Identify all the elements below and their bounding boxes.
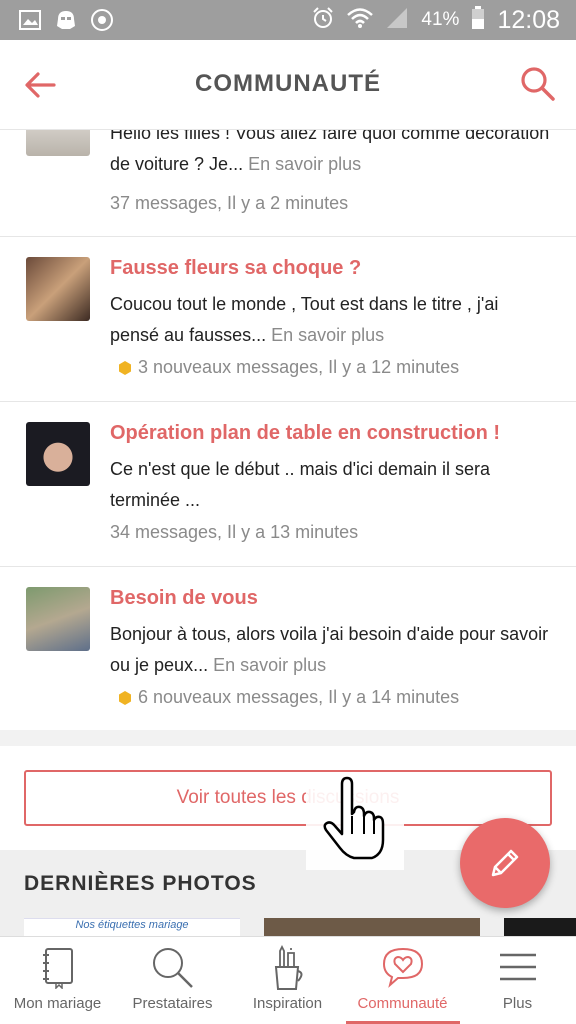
avatar xyxy=(26,257,90,321)
nav-item-plus[interactable]: Plus xyxy=(460,937,575,1024)
notebook-icon xyxy=(42,948,73,989)
photo-caption: Nos étiquettes mariage xyxy=(75,919,189,931)
topic-body: Hello les filles ! Vous allez faire quoi… xyxy=(110,130,550,174)
nav-label: Mon mariage xyxy=(13,995,102,1012)
photo-thumbnail[interactable] xyxy=(264,918,480,936)
nav-label: Plus xyxy=(502,995,533,1012)
new-post-button[interactable] xyxy=(460,818,550,908)
topic-meta: 6 nouveaux messages, Il y a 14 minutes xyxy=(118,687,459,708)
alarm-icon xyxy=(311,6,335,35)
nav-item-mon-mariage[interactable]: Mon mariage xyxy=(0,937,115,1024)
topic-meta: 37 messages, Il y a 2 minutes xyxy=(110,193,349,213)
topic-item[interactable]: Hello les filles ! Vous allez faire quoi… xyxy=(0,130,576,237)
stormtrooper-icon xyxy=(54,9,78,31)
section-title: DERNIÈRES PHOTOS xyxy=(24,872,257,895)
new-badge-icon xyxy=(119,690,131,705)
search-icon xyxy=(521,67,555,101)
search-icon xyxy=(152,948,193,988)
topic-body: Bonjour à tous, alors voila j'ai besoin … xyxy=(110,624,549,675)
topic-body: Coucou tout le monde , Tout est dans le … xyxy=(110,294,499,345)
avatar xyxy=(26,587,90,651)
page-title: COMMUNAUTÉ xyxy=(195,70,381,97)
bottom-navigation: Mon mariage Prestataires Inspiration Com… xyxy=(0,936,576,1024)
topic-item[interactable]: Besoin de vous Bonjour à tous, alors voi… xyxy=(0,567,576,730)
wifi-icon xyxy=(347,7,374,34)
topic-meta: 3 nouveaux messages, Il y a 12 minutes xyxy=(118,357,459,378)
topic-title[interactable]: Fausse fleurs sa choque ? xyxy=(110,257,361,280)
clock: 12:08 xyxy=(497,5,560,34)
nav-label: Communauté xyxy=(357,995,448,1012)
hand-cursor-icon xyxy=(306,772,404,870)
topic-title[interactable]: Besoin de vous xyxy=(110,587,258,610)
gallery-icon xyxy=(18,9,42,31)
avatar xyxy=(26,130,90,156)
battery-icon xyxy=(471,5,485,35)
topic-list: Hello les filles ! Vous allez faire quoi… xyxy=(0,130,576,730)
heart-bubble-icon xyxy=(382,947,423,988)
nav-item-inspiration[interactable]: Inspiration xyxy=(230,937,345,1024)
settings-icon xyxy=(90,9,114,31)
status-bar: 41% 12:08 xyxy=(0,0,576,40)
nav-item-prestataires[interactable]: Prestataires xyxy=(115,937,230,1024)
topic-item[interactable]: Fausse fleurs sa choque ? Coucou tout le… xyxy=(0,237,576,402)
new-badge-icon xyxy=(119,360,131,375)
nav-label: Inspiration xyxy=(252,995,323,1012)
app-header: COMMUNAUTÉ xyxy=(0,40,576,130)
avatar xyxy=(26,422,90,486)
nav-item-communaute[interactable]: Communauté xyxy=(345,937,460,1024)
menu-icon xyxy=(499,953,536,981)
photo-thumbnail[interactable]: Nos étiquettes mariage xyxy=(24,918,240,936)
topic-meta: 34 messages, Il y a 13 minutes xyxy=(110,522,359,542)
search-button[interactable] xyxy=(518,64,558,104)
signal-icon xyxy=(385,7,409,34)
pencil-icon xyxy=(491,849,519,877)
nav-label: Prestataires xyxy=(132,995,213,1012)
topic-title[interactable]: Opération plan de table en construction … xyxy=(110,422,500,445)
pencil-cup-icon xyxy=(274,945,302,990)
photo-thumbnail[interactable] xyxy=(504,918,576,936)
see-all-button[interactable]: Voir toutes les discussions xyxy=(24,770,552,826)
battery-percent: 41% xyxy=(421,9,460,30)
topic-item[interactable]: Opération plan de table en construction … xyxy=(0,402,576,567)
topic-body: Ce n'est que le début .. mais d'ici dema… xyxy=(110,459,491,510)
